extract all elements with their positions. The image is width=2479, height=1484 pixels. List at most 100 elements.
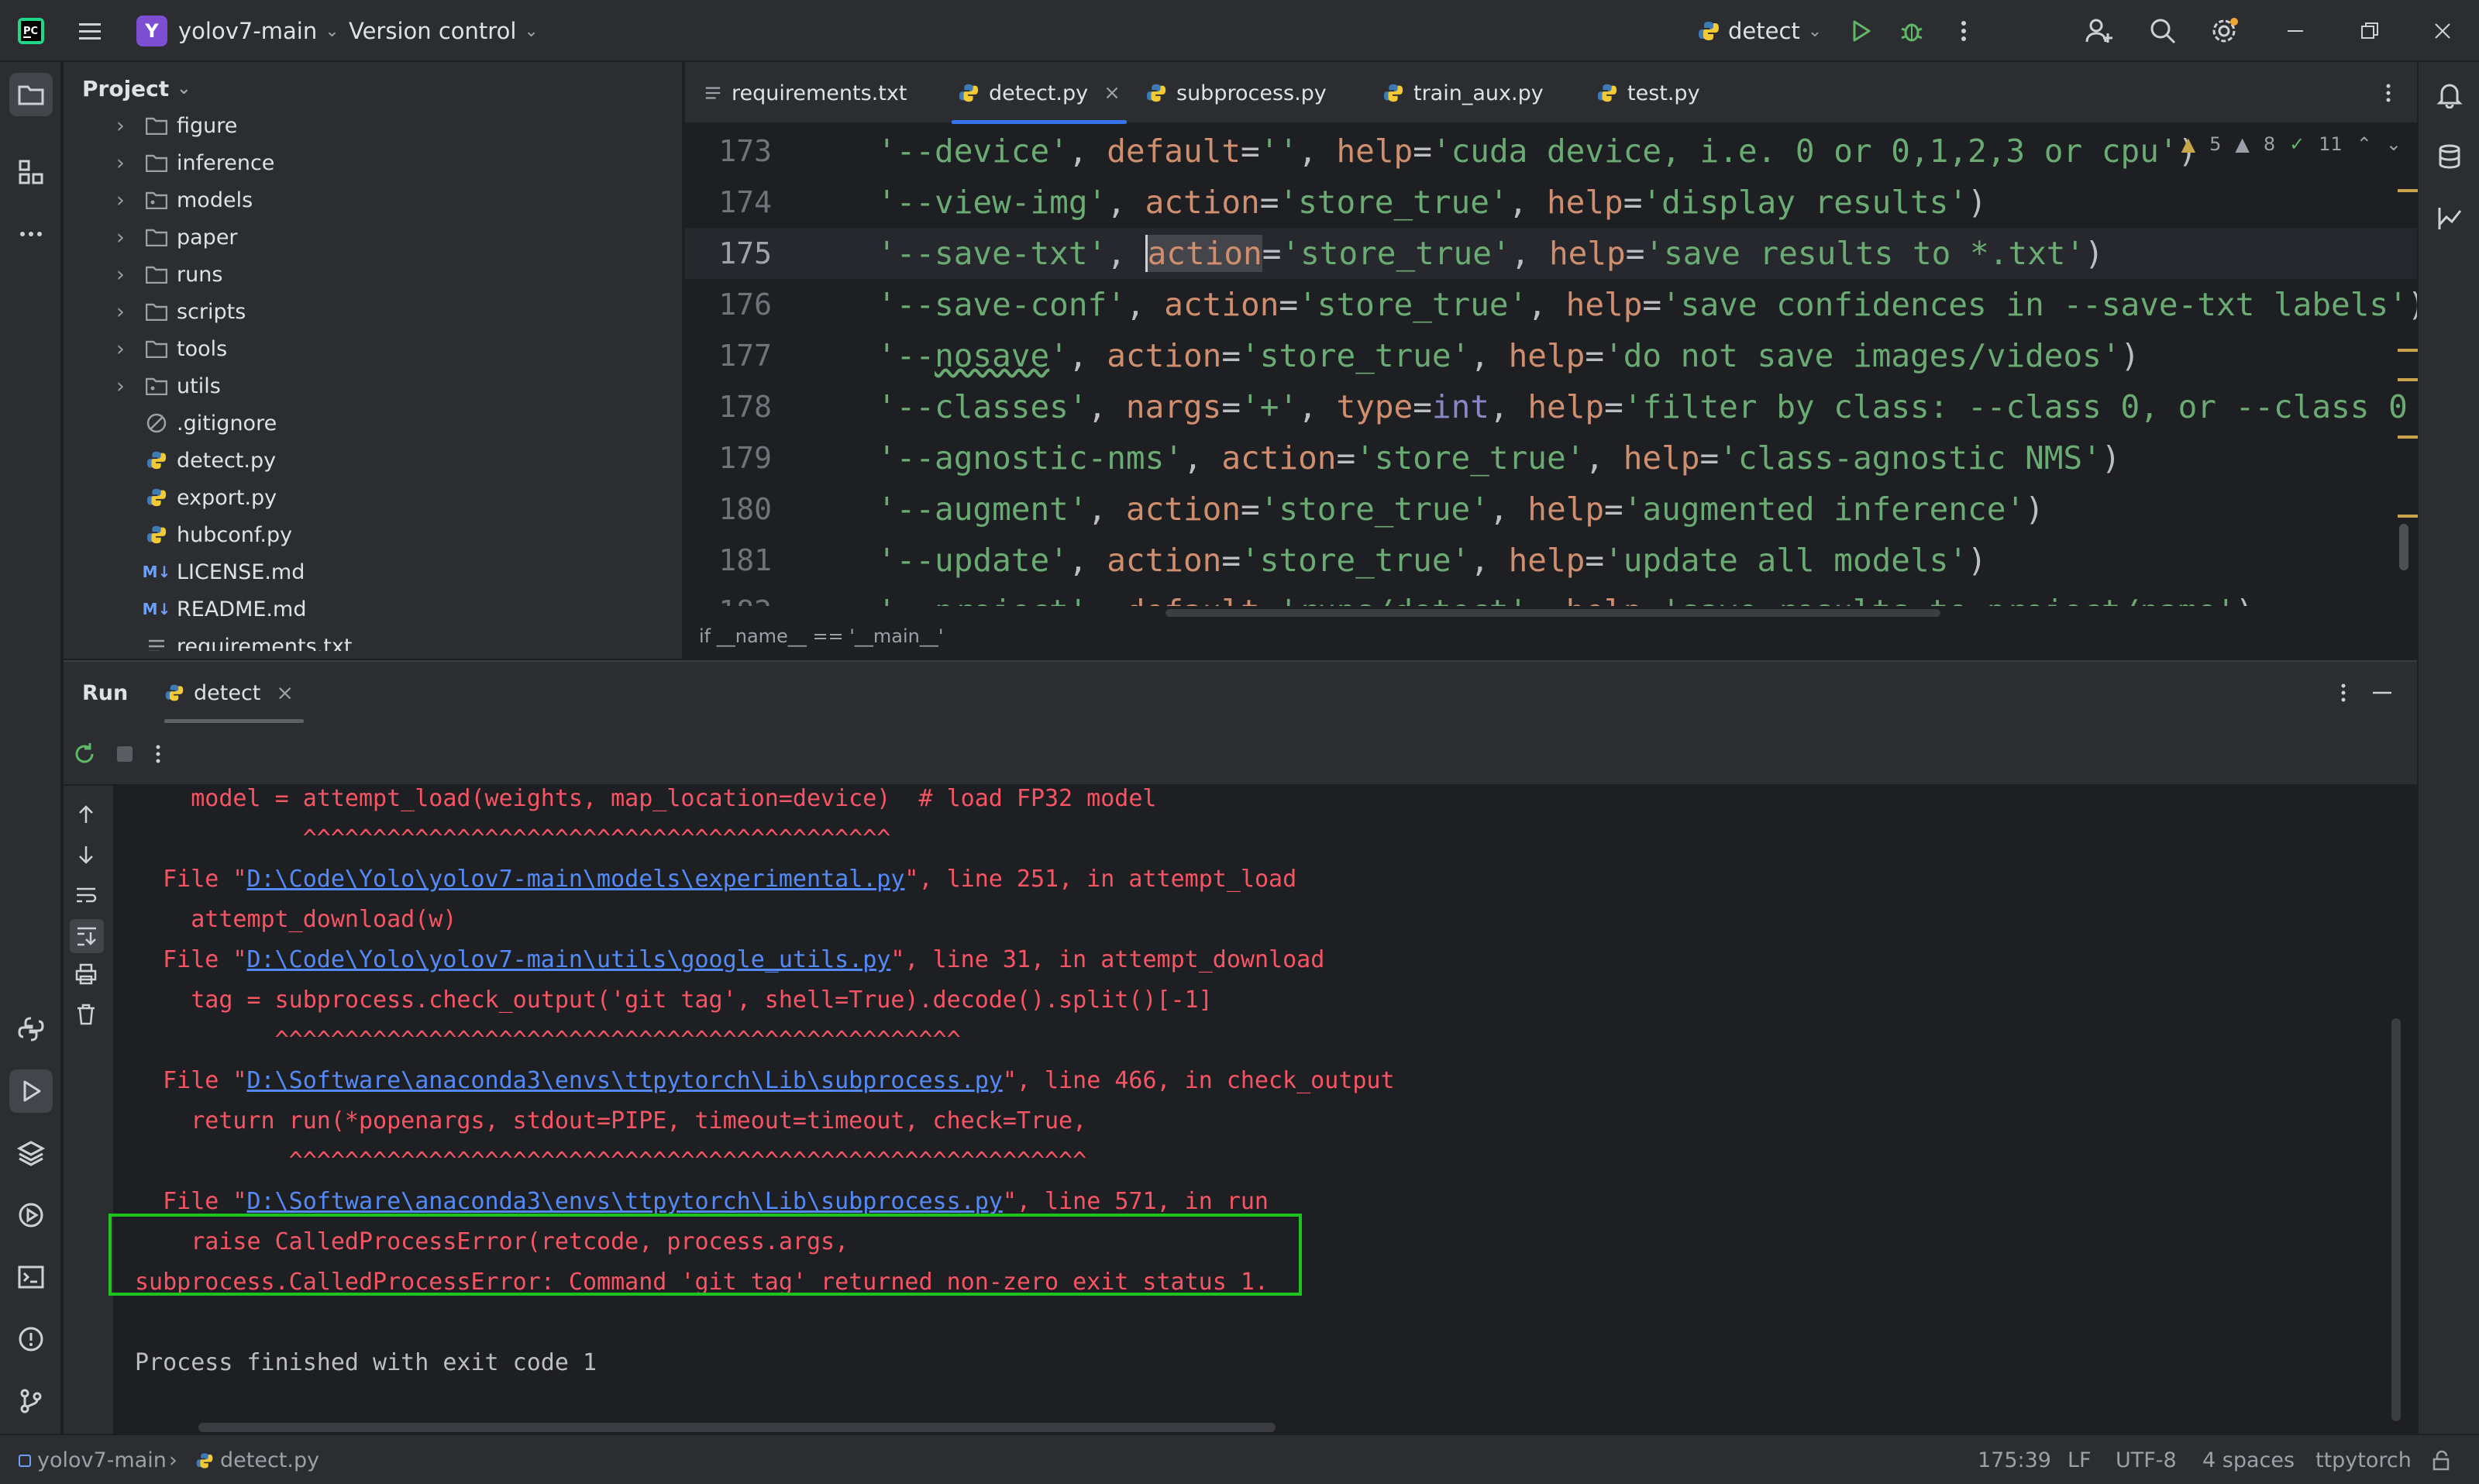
tree-item-figure[interactable]: › figure (64, 116, 676, 144)
services-tool-button[interactable] (9, 1193, 53, 1237)
editor-horizontal-scrollbar[interactable] (1165, 609, 1940, 617)
tree-item-requirements-txt[interactable]: requirements.txt (64, 628, 676, 651)
warning-marker[interactable] (2398, 436, 2418, 439)
python-packages-button[interactable] (9, 1007, 53, 1051)
file-link[interactable]: D:\Code\Yolo\yolov7-main\utils\google_ut… (247, 946, 891, 973)
run-panel-options-button[interactable] (2337, 662, 2350, 724)
tree-item-gitignore[interactable]: .gitignore (64, 405, 676, 442)
console-horizontal-scrollbar[interactable] (198, 1423, 1276, 1432)
terminal-tool-button[interactable] (9, 1255, 53, 1299)
tree-item-hubconf-py[interactable]: hubconf.py (64, 516, 676, 553)
python-console-icon (17, 1015, 45, 1043)
notifications-button[interactable] (2428, 73, 2471, 116)
console-scrollbar[interactable] (2391, 1018, 2401, 1421)
tab-train-aux-py[interactable]: train_aux.py (1382, 62, 1544, 124)
rerun-button[interactable] (71, 741, 98, 767)
file-link[interactable]: D:\Software\anaconda3\envs\ttpytorch\Lib… (247, 1067, 1003, 1094)
code-token: '-- (877, 337, 935, 374)
file-link[interactable]: D:\Code\Yolo\yolov7-main\models\experime… (247, 866, 905, 893)
sciview-tool-button[interactable] (2428, 197, 2471, 240)
chevron-down-icon[interactable]: ⌄ (2386, 133, 2402, 155)
main-menu-icon[interactable] (76, 0, 104, 62)
settings-button[interactable] (2209, 0, 2240, 62)
code-breadcrumb[interactable]: if __name__ == '__main__' (699, 625, 943, 647)
tree-item-export-py[interactable]: export.py (64, 479, 676, 516)
database-tool-button[interactable] (2428, 135, 2471, 178)
file-link[interactable]: D:\Software\anaconda3\envs\ttpytorch\Lib… (247, 1188, 1003, 1215)
tab-requirements-txt[interactable]: requirements.txt (704, 62, 907, 124)
close-tab-icon[interactable]: × (276, 681, 294, 705)
tree-item-utils[interactable]: › utils (64, 367, 676, 405)
tree-item-tools[interactable]: › tools (64, 330, 676, 367)
close-window-button[interactable] (2432, 0, 2453, 62)
tab-test-py[interactable]: test.py (1596, 62, 1700, 124)
status-line-separator[interactable]: LF (2068, 1435, 2092, 1484)
status-project[interactable]: yolov7-main (19, 1435, 167, 1484)
soft-wrap-button[interactable] (74, 883, 98, 907)
print-button[interactable] (74, 962, 98, 986)
close-tab-icon[interactable]: × (1103, 81, 1121, 105)
code-token: 'store_true' (1279, 184, 1509, 221)
markdown-icon: M↓ (142, 600, 171, 618)
tree-item-label: hubconf.py (177, 522, 293, 547)
code-with-me-button[interactable] (2085, 0, 2114, 62)
status-file-name: detect.py (220, 1448, 320, 1472)
run-more-button[interactable] (152, 741, 164, 767)
code-token: 'runs/detect' (1279, 593, 1527, 606)
run-config-selector[interactable]: detect ⌄ (1697, 0, 1822, 62)
pycharm-logo-icon[interactable]: PC (17, 0, 45, 62)
editor-scrollbar[interactable] (2399, 524, 2408, 570)
chevron-right-icon: › (116, 262, 125, 287)
vcs-menu[interactable]: Version control ⌄ (349, 0, 539, 62)
stop-button[interactable] (112, 741, 138, 767)
chevron-up-icon[interactable]: ⌃ (2357, 133, 2372, 155)
console-output[interactable]: model = attempt_load(weights, map_locati… (113, 786, 2415, 1435)
minimize-button[interactable] (2284, 0, 2306, 62)
status-file[interactable]: detect.py (195, 1435, 319, 1484)
tree-item-runs[interactable]: › runs (64, 256, 676, 293)
tab-subprocess-py[interactable]: subprocess.py (1145, 62, 1327, 124)
project-switcher[interactable]: Y yolov7-main ⌄ (136, 0, 339, 62)
project-tool-button[interactable] (9, 73, 53, 116)
run-tool-button[interactable] (9, 1069, 53, 1113)
run-button[interactable] (1847, 0, 1874, 62)
layers-tool-button[interactable] (9, 1131, 53, 1175)
git-tool-button[interactable] (9, 1379, 53, 1423)
warning-marker[interactable] (2398, 349, 2418, 352)
scroll-to-end-button[interactable] (70, 919, 104, 953)
status-caret-position[interactable]: 175:39 (1978, 1435, 2051, 1484)
tree-item-license-md[interactable]: M↓ LICENSE.md (64, 553, 676, 591)
restore-button[interactable] (2359, 0, 2381, 62)
problems-tool-button[interactable] (9, 1317, 53, 1361)
debug-button[interactable] (1899, 0, 1925, 62)
warning-marker[interactable] (2398, 515, 2418, 518)
status-indent[interactable]: 4 spaces (2202, 1435, 2295, 1484)
status-encoding[interactable]: UTF-8 (2116, 1435, 2177, 1484)
hide-panel-button[interactable] (2371, 662, 2393, 724)
tree-item-inference[interactable]: › inference (64, 144, 676, 181)
code-token: help (1548, 235, 1626, 272)
tab-detect-py[interactable]: detect.py × (952, 62, 1127, 124)
code-area[interactable]: 173 '--device', default='', help='cuda d… (685, 126, 2417, 606)
tab-options-button[interactable] (2382, 62, 2395, 124)
clear-console-button[interactable] (74, 1003, 98, 1026)
scroll-down-button[interactable] (74, 843, 98, 866)
warning-marker[interactable] (2398, 378, 2418, 381)
search-button[interactable] (2148, 0, 2178, 62)
tree-item-detect-py[interactable]: detect.py (64, 442, 676, 479)
structure-tool-button[interactable] (9, 150, 53, 194)
inspection-widget[interactable]: ▲ 5 ▲ 8 ✓ 11 ⌃ ⌄ (2181, 133, 2402, 155)
lock-icon[interactable] (2430, 1435, 2452, 1484)
tree-item-paper[interactable]: › paper (64, 219, 676, 256)
tree-item-scripts[interactable]: › scripts (64, 293, 676, 330)
code-token: '--agnostic-nms' (877, 439, 1183, 477)
status-interpreter[interactable]: ttpytorch (2315, 1435, 2412, 1484)
tree-item-models[interactable]: › models (64, 181, 676, 219)
warning-marker[interactable] (2398, 189, 2418, 192)
tree-item-readme-md[interactable]: M↓ README.md (64, 591, 676, 628)
scroll-up-button[interactable] (74, 803, 98, 826)
more-actions-button[interactable] (1956, 0, 1971, 62)
project-panel-header[interactable]: Project ⌄ (82, 76, 191, 102)
run-tab-detect[interactable]: detect × (164, 662, 294, 724)
more-tools-button[interactable] (9, 212, 53, 256)
